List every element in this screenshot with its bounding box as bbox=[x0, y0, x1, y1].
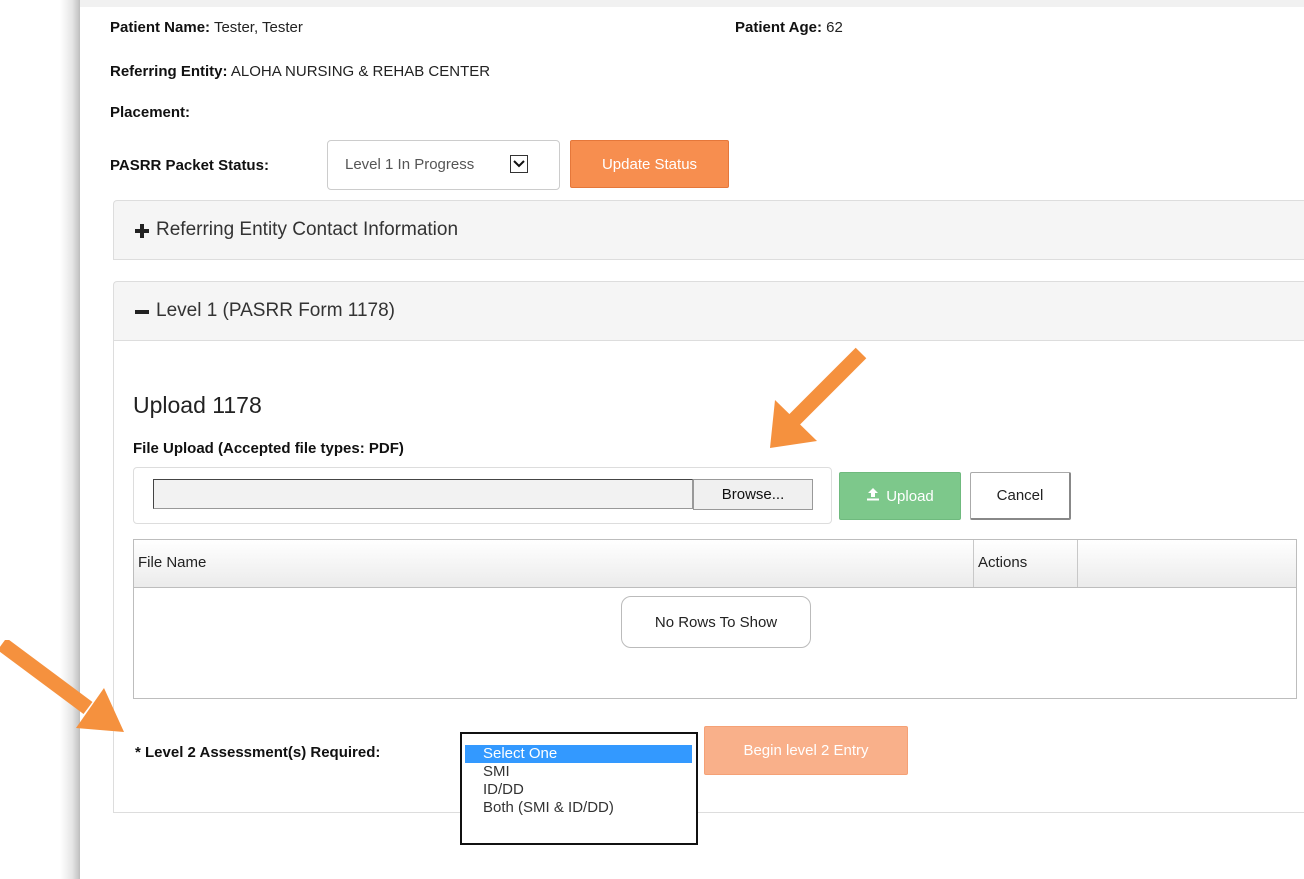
cancel-button[interactable]: Cancel bbox=[970, 472, 1071, 520]
upload-icon bbox=[866, 487, 880, 505]
level2-assessment-listbox[interactable]: Select One SMI ID/DD Both (SMI & ID/DD) bbox=[460, 732, 698, 845]
update-status-button[interactable]: Update Status bbox=[570, 140, 729, 188]
upload-button[interactable]: Upload bbox=[839, 472, 961, 520]
annotation-arrow-icon bbox=[770, 347, 867, 448]
placement-line: Placement: bbox=[110, 104, 190, 121]
grid-header: File Name Actions bbox=[134, 540, 1296, 588]
referring-entity-label: Referring Entity: bbox=[110, 63, 228, 80]
page-left-shadow bbox=[0, 0, 80, 879]
patient-name-line: Patient Name: Tester, Tester bbox=[110, 19, 303, 36]
contact-info-panel-header[interactable]: Referring Entity Contact Information bbox=[113, 200, 1304, 260]
listbox-option-smi[interactable]: SMI bbox=[462, 763, 696, 781]
listbox-option-both[interactable]: Both (SMI & ID/DD) bbox=[462, 799, 696, 817]
listbox-option-select-one[interactable]: Select One bbox=[465, 745, 692, 763]
chevron-down-icon[interactable] bbox=[510, 155, 528, 173]
referring-entity-line: Referring Entity: ALOHA NURSING & REHAB … bbox=[110, 63, 490, 80]
patient-age-value: 62 bbox=[826, 19, 843, 36]
patient-age-label: Patient Age: bbox=[735, 19, 822, 36]
placement-label: Placement: bbox=[110, 104, 191, 121]
upload-section-title: Upload 1178 bbox=[133, 392, 262, 418]
packet-status-label: PASRR Packet Status: bbox=[110, 157, 269, 174]
page-top-edge bbox=[80, 0, 1304, 7]
patient-name-value: Tester, Tester bbox=[213, 19, 303, 36]
uploaded-files-grid: File Name Actions No Rows To Show bbox=[133, 539, 1297, 699]
begin-level2-entry-button[interactable]: Begin level 2 Entry bbox=[704, 726, 908, 775]
referring-entity-value: ALOHA NURSING & REHAB CENTER bbox=[230, 63, 491, 80]
browse-button[interactable]: Browse... bbox=[693, 479, 813, 510]
pasrr-packet-page: Patient Name: Tester, Tester Patient Age… bbox=[80, 7, 1304, 879]
packet-status-value: Level 1 In Progress bbox=[345, 156, 475, 173]
plus-icon bbox=[134, 223, 150, 239]
no-rows-overlay: No Rows To Show bbox=[621, 596, 811, 648]
level2-required-label: * Level 2 Assessment(s) Required: bbox=[135, 744, 381, 761]
patient-name-label: Patient Name: bbox=[110, 19, 211, 36]
column-header-actions[interactable]: Actions bbox=[974, 540, 1078, 587]
file-chooser: Browse... bbox=[133, 467, 832, 524]
minus-icon bbox=[134, 304, 150, 320]
upload-button-label: Upload bbox=[886, 487, 934, 505]
patient-age-line: Patient Age: 62 bbox=[735, 19, 843, 36]
level1-panel-header[interactable]: Level 1 (PASRR Form 1178) bbox=[113, 281, 1304, 341]
level1-panel-title: Level 1 (PASRR Form 1178) bbox=[156, 300, 395, 321]
listbox-option-id-dd[interactable]: ID/DD bbox=[462, 781, 696, 799]
annotation-arrow-icon bbox=[0, 640, 124, 732]
column-header-extra bbox=[1078, 540, 1296, 587]
column-header-file-name[interactable]: File Name bbox=[134, 540, 974, 587]
contact-info-panel-title: Referring Entity Contact Information bbox=[156, 219, 459, 240]
packet-status-select[interactable]: Level 1 In Progress bbox=[327, 140, 560, 190]
file-upload-label: File Upload (Accepted file types: PDF) bbox=[133, 440, 404, 457]
file-path-input[interactable] bbox=[153, 479, 693, 509]
